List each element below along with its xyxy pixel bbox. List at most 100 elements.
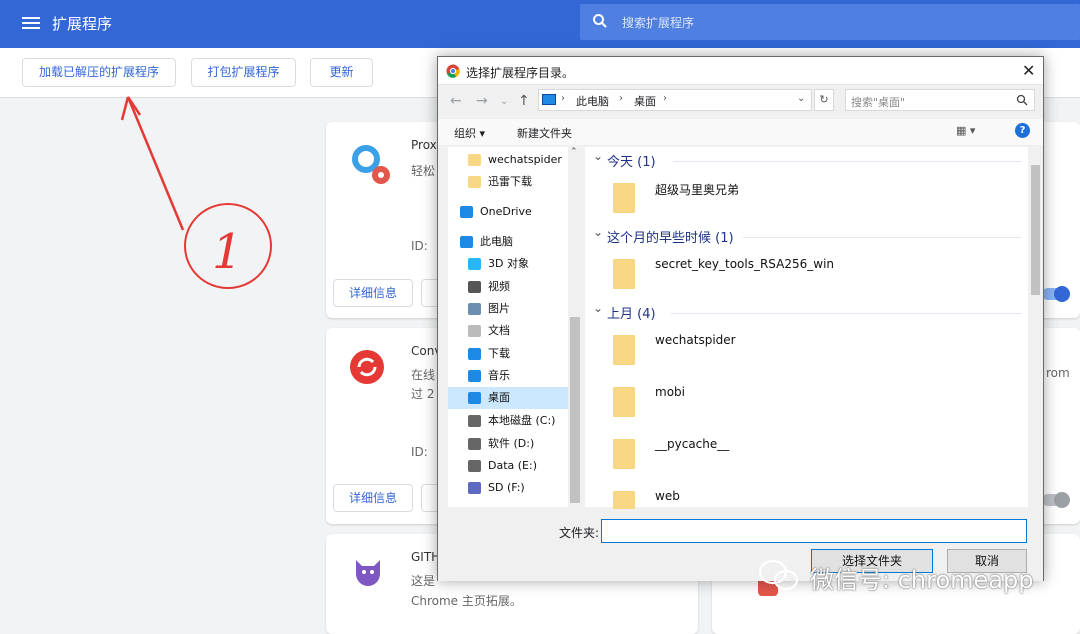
group-header[interactable]: ⌄ 这个月的早些时候 (1): [593, 225, 1021, 247]
nav-item[interactable]: 桌面: [448, 387, 568, 409]
file-name: wechatspider: [655, 333, 736, 347]
navigation-scrollbar[interactable]: ⌃: [568, 147, 582, 507]
nav-item-label: SD (F:): [488, 481, 525, 494]
chrome-icon: [446, 64, 460, 78]
new-folder-button[interactable]: 新建文件夹: [517, 125, 572, 141]
address-bar[interactable]: › 此电脑 › 桌面 › ⌄: [538, 89, 812, 111]
documents-icon: [468, 325, 481, 337]
up-arrow-icon[interactable]: ↑: [518, 93, 530, 109]
folder-picker-dialog: 选择扩展程序目录。 ✕ ← → ⌄ ↑ › 此电脑 › 桌面 › ⌄ ↻ 搜索"…: [437, 56, 1044, 581]
breadcrumb-item[interactable]: 此电脑: [576, 93, 609, 109]
scrollbar-thumb[interactable]: [1031, 165, 1040, 295]
search-placeholder: 搜索"桌面": [851, 96, 906, 109]
nav-item[interactable]: 下载: [448, 343, 568, 365]
annotation-arrow-1: [120, 96, 185, 231]
breadcrumb-separator-icon: ›: [663, 93, 667, 104]
view-options-icon[interactable]: ▦ ▾: [956, 124, 975, 137]
help-icon[interactable]: ?: [1015, 123, 1030, 138]
back-arrow-icon[interactable]: ←: [450, 93, 462, 109]
file-item[interactable]: wechatspider: [609, 327, 1019, 377]
pictures-icon: [468, 303, 481, 315]
nav-item[interactable]: SD (F:): [448, 477, 568, 499]
dialog-title: 选择扩展程序目录。: [466, 66, 575, 80]
nav-item-label: 下载: [488, 347, 510, 360]
nav-item[interactable]: 文档: [448, 320, 568, 342]
folder-icon: [468, 154, 481, 166]
onedrive-icon: [460, 206, 473, 218]
scroll-up-icon[interactable]: ⌃: [570, 147, 578, 157]
nav-item[interactable]: 此电脑: [448, 231, 568, 253]
folder-icon: [613, 387, 635, 417]
nav-item-label: 本地磁盘 (C:): [488, 414, 556, 427]
desktop-icon: [468, 392, 481, 404]
group-divider: [743, 237, 1021, 238]
folder-icon: [613, 335, 635, 365]
nav-item[interactable]: OneDrive: [448, 201, 568, 223]
computer-icon: [460, 236, 473, 248]
chevron-down-icon[interactable]: ⌄: [797, 93, 805, 104]
nav-item[interactable]: 图片: [448, 298, 568, 320]
drive-icon: [468, 460, 481, 472]
nav-item-label: 此电脑: [480, 235, 513, 248]
nav-item-label: 音乐: [488, 369, 510, 382]
nav-item[interactable]: wechatspider: [448, 149, 568, 171]
folder-icon: [613, 183, 635, 213]
group-label: 今天 (1): [607, 155, 656, 170]
file-scrollbar[interactable]: [1028, 147, 1043, 507]
chevron-down-icon: ⌄: [593, 149, 604, 163]
file-list: ⌄ 今天 (1) 超级马里奥兄弟 ⌄ 这个月的早些时候 (1) secret_key_to…: [585, 147, 1043, 521]
group-divider: [673, 161, 1021, 162]
nav-item-label: 迅雷下载: [488, 175, 532, 188]
group-label: 上月 (4): [607, 307, 656, 322]
recent-dropdown-icon[interactable]: ⌄: [500, 96, 508, 107]
breadcrumb-separator-icon: ›: [619, 93, 623, 104]
folder-search-input[interactable]: 搜索"桌面": [845, 89, 1035, 111]
music-icon: [468, 370, 481, 382]
3d-objects-icon: [468, 258, 481, 270]
nav-item-label: Data (E:): [488, 459, 538, 472]
file-name: 超级马里奥兄弟: [655, 183, 740, 197]
folder-name-input[interactable]: [601, 519, 1027, 543]
group-header[interactable]: ⌄ 今天 (1): [593, 149, 1021, 171]
chevron-down-icon: ⌄: [593, 225, 604, 239]
scrollbar-thumb[interactable]: [570, 317, 580, 503]
file-item[interactable]: secret_key_tools_RSA256_win: [609, 251, 1019, 301]
computer-icon: [542, 94, 556, 105]
nav-item[interactable]: 视频: [448, 276, 568, 298]
nav-item[interactable]: 3D 对象: [448, 253, 568, 275]
drive-icon: [468, 415, 481, 427]
file-item[interactable]: 超级马里奥兄弟: [609, 175, 1019, 225]
close-icon[interactable]: ✕: [1022, 61, 1035, 80]
file-item[interactable]: __pycache__: [609, 431, 1019, 481]
sd-card-icon: [468, 482, 481, 494]
forward-arrow-icon[interactable]: →: [476, 93, 488, 109]
nav-item[interactable]: Data (E:): [448, 455, 568, 477]
breadcrumb-separator-icon: ›: [561, 93, 565, 104]
refresh-icon[interactable]: ↻: [814, 89, 834, 111]
watermark-text: 微信号: chromeapp: [810, 566, 1034, 594]
nav-item[interactable]: 本地磁盘 (C:): [448, 410, 568, 432]
nav-item-label: 3D 对象: [488, 257, 529, 270]
nav-item[interactable]: 软件 (D:): [448, 433, 568, 455]
file-item[interactable]: mobi: [609, 379, 1019, 429]
group-header[interactable]: ⌄ 上月 (4): [593, 301, 1021, 323]
download-icon: [468, 348, 481, 360]
folder-icon: [468, 176, 481, 188]
nav-item-label: OneDrive: [480, 205, 532, 218]
dialog-titlebar: 选择扩展程序目录。 ✕: [438, 57, 1043, 85]
breadcrumb-item[interactable]: 桌面: [634, 93, 656, 109]
group-divider: [671, 313, 1021, 314]
nav-item-label: 软件 (D:): [488, 437, 535, 450]
command-bar: 组织 ▾ 新建文件夹 ▦ ▾ ?: [438, 119, 1043, 145]
file-name: __pycache__: [655, 437, 730, 451]
search-icon: [1016, 94, 1028, 106]
watermark: 微信号: chromeapp: [758, 556, 1058, 596]
nav-item[interactable]: 音乐: [448, 365, 568, 387]
nav-item-label: 视频: [488, 280, 510, 293]
nav-item[interactable]: 迅雷下载: [448, 171, 568, 193]
organize-menu[interactable]: 组织 ▾: [454, 125, 485, 141]
file-name: secret_key_tools_RSA256_win: [655, 257, 835, 271]
nav-item-label: 文档: [488, 324, 510, 337]
folder-label: 文件夹:: [559, 526, 600, 540]
video-icon: [468, 281, 481, 293]
